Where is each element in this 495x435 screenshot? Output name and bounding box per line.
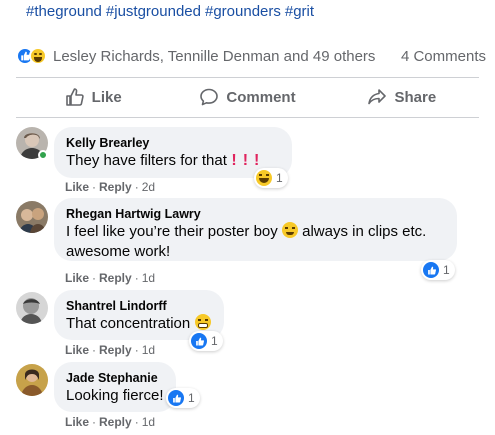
- comment-button[interactable]: Comment: [170, 80, 324, 114]
- comment-text: Looking fierce!: [66, 387, 164, 404]
- winking-tongue-emoji: [281, 222, 298, 238]
- hashtag-link[interactable]: #grit: [285, 3, 314, 20]
- comment-bubble: Rhegan Hartwig Lawry I feel like you’re …: [54, 198, 457, 261]
- hashtag-link[interactable]: #theground: [26, 3, 102, 20]
- reaction-count: 1: [443, 263, 450, 277]
- comment-meta: Like · Reply · 1d: [65, 415, 156, 429]
- hashtag-link[interactable]: #grounders: [205, 3, 281, 20]
- comment-reply-link[interactable]: Reply: [99, 343, 132, 357]
- comment-reply-link[interactable]: Reply: [99, 415, 132, 429]
- share-button[interactable]: Share: [325, 80, 479, 114]
- reaction-count: 1: [276, 171, 283, 185]
- comment-like-link[interactable]: Like: [65, 415, 89, 429]
- reactors-text[interactable]: Lesley Richards, Tennille Denman and 49 …: [53, 48, 375, 65]
- share-button-label: Share: [394, 88, 437, 106]
- comment-count[interactable]: 4 Comments: [401, 48, 486, 65]
- grinning-emoji: [194, 314, 211, 330]
- haha-reaction-icon: [29, 47, 47, 65]
- comment-button-label: Comment: [226, 88, 296, 106]
- comment-icon: [200, 88, 219, 106]
- comment-meta: Like · Reply · 1d: [65, 343, 156, 357]
- comment-author[interactable]: Jade Stephanie: [66, 370, 164, 386]
- hashtag-link[interactable]: #justgrounded: [106, 3, 201, 20]
- avatar[interactable]: [16, 201, 48, 233]
- comment-time[interactable]: 1d: [142, 271, 155, 285]
- comment-text: They have filters for that: [66, 152, 227, 169]
- comment-time[interactable]: 1d: [142, 415, 155, 429]
- divider: [16, 77, 479, 78]
- comment-reaction-badge[interactable]: 1: [421, 260, 455, 280]
- like-button[interactable]: Like: [16, 80, 170, 114]
- comment-reply-link[interactable]: Reply: [99, 271, 132, 285]
- reactions-summary: Lesley Richards, Tennille Denman and 49 …: [16, 44, 486, 68]
- avatar[interactable]: [16, 292, 48, 324]
- share-icon: [368, 89, 387, 105]
- like-button-label: Like: [91, 88, 122, 106]
- avatar[interactable]: [16, 364, 48, 396]
- comment-reply-link[interactable]: Reply: [99, 180, 132, 194]
- comment-reaction-badge[interactable]: 1: [189, 331, 223, 351]
- comment-text: That concentration: [66, 315, 191, 332]
- comment-author[interactable]: Kelly Brearley: [66, 135, 280, 151]
- exclamation-emoji: !!!: [231, 152, 266, 169]
- comment-bubble: Jade Stephanie Looking fierce!: [54, 362, 176, 412]
- post-actions: Like Comment Share: [16, 80, 479, 114]
- comment-time[interactable]: 2d: [142, 180, 155, 194]
- comment-meta: Like · Reply · 2d: [65, 180, 156, 194]
- comment-meta: Like · Reply · 1d: [65, 271, 156, 285]
- comment-like-link[interactable]: Like: [65, 343, 89, 357]
- divider: [16, 117, 479, 118]
- comment-reaction-badge[interactable]: 1: [254, 168, 288, 188]
- online-status-dot: [38, 150, 48, 160]
- like-reaction-icon: [423, 262, 439, 278]
- comment-author[interactable]: Rhegan Hartwig Lawry: [66, 206, 445, 222]
- comment-like-link[interactable]: Like: [65, 180, 89, 194]
- reaction-icons[interactable]: [16, 47, 47, 65]
- like-reaction-icon: [168, 390, 184, 406]
- comment-time[interactable]: 1d: [142, 343, 155, 357]
- reaction-count: 1: [188, 391, 195, 405]
- comment-like-link[interactable]: Like: [65, 271, 89, 285]
- haha-reaction-icon: [256, 170, 272, 186]
- comment-text: I feel like you’re their poster boy alwa…: [66, 222, 427, 260]
- post-hashtags: #theground #justgrounded #grounders #grit: [26, 3, 318, 20]
- comment-author[interactable]: Shantrel Lindorff: [66, 298, 212, 314]
- comment-reaction-badge[interactable]: 1: [166, 388, 200, 408]
- like-reaction-icon: [191, 333, 207, 349]
- thumbs-up-icon: [65, 88, 84, 106]
- reaction-count: 1: [211, 334, 218, 348]
